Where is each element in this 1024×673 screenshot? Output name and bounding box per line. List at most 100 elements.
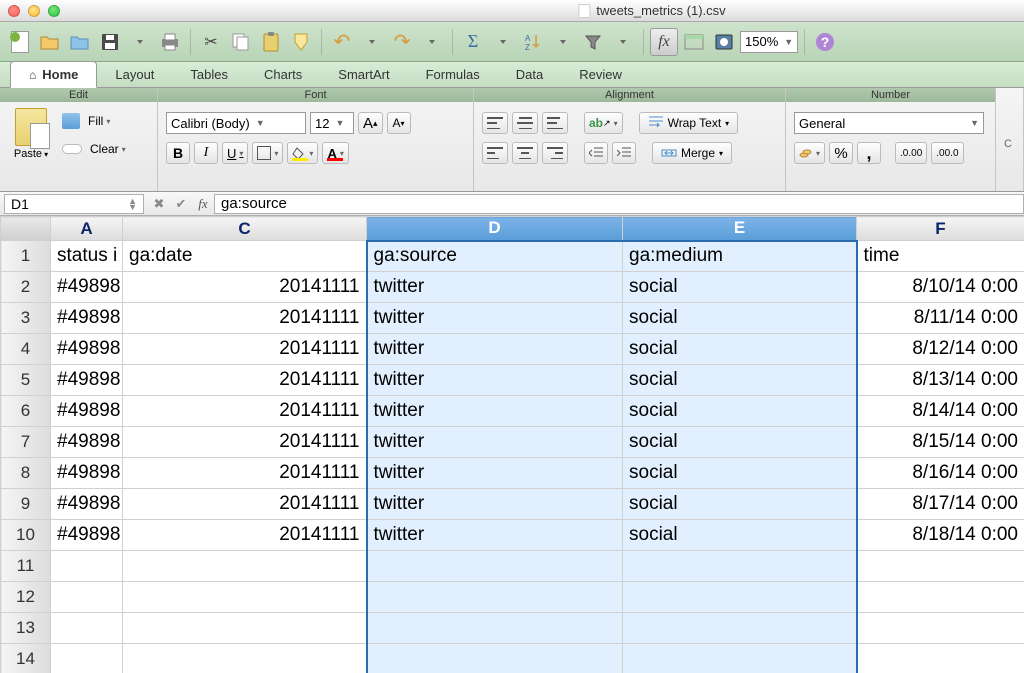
cell[interactable]: #49898: [51, 334, 123, 365]
cell[interactable]: [367, 613, 623, 644]
cell[interactable]: 8/17/14 0:00: [857, 489, 1024, 520]
row-header[interactable]: 3: [1, 303, 51, 334]
cell[interactable]: 20141111: [123, 458, 367, 489]
print-button[interactable]: [156, 28, 184, 56]
filter-split-button[interactable]: [609, 28, 637, 56]
cell[interactable]: social: [623, 334, 857, 365]
valign-middle-button[interactable]: [512, 112, 538, 134]
row-header[interactable]: 12: [1, 582, 51, 613]
cell[interactable]: [623, 582, 857, 613]
cell[interactable]: 20141111: [123, 489, 367, 520]
cell[interactable]: 20141111: [123, 365, 367, 396]
cell[interactable]: twitter: [367, 427, 623, 458]
tab-review[interactable]: Review: [561, 62, 640, 87]
zoom-window-button[interactable]: [48, 5, 60, 17]
font-size-select[interactable]: 12▼: [310, 112, 354, 134]
cell[interactable]: #49898: [51, 396, 123, 427]
row-header[interactable]: 13: [1, 613, 51, 644]
row-header[interactable]: 5: [1, 365, 51, 396]
help-button[interactable]: ?: [811, 28, 839, 56]
cell[interactable]: 8/16/14 0:00: [857, 458, 1024, 489]
decrease-decimal-button[interactable]: .00.0: [931, 142, 963, 164]
cell[interactable]: ga:medium: [623, 241, 857, 272]
row-header[interactable]: 7: [1, 427, 51, 458]
cell[interactable]: social: [623, 303, 857, 334]
paste-button[interactable]: [257, 28, 285, 56]
insert-function-button[interactable]: fx: [192, 194, 214, 214]
minimize-window-button[interactable]: [28, 5, 40, 17]
cell[interactable]: [857, 551, 1024, 582]
merge-button[interactable]: Merge▾: [652, 142, 732, 164]
cell[interactable]: twitter: [367, 458, 623, 489]
autosum-button[interactable]: Σ: [459, 28, 487, 56]
grow-font-button[interactable]: A▴: [358, 112, 383, 134]
cell[interactable]: 8/13/14 0:00: [857, 365, 1024, 396]
save-split-button[interactable]: [126, 28, 154, 56]
cell[interactable]: ga:source: [367, 241, 623, 272]
fx-toggle-button[interactable]: fx: [650, 28, 678, 56]
filter-button[interactable]: [579, 28, 607, 56]
cell[interactable]: [623, 551, 857, 582]
cell[interactable]: [123, 551, 367, 582]
cell[interactable]: #49898: [51, 427, 123, 458]
comma-button[interactable]: ,: [857, 142, 881, 164]
row-header[interactable]: 8: [1, 458, 51, 489]
cell[interactable]: 8/14/14 0:00: [857, 396, 1024, 427]
cell[interactable]: [623, 613, 857, 644]
show-toolbox-button[interactable]: [680, 28, 708, 56]
cell[interactable]: status i: [51, 241, 123, 272]
cell[interactable]: #49898: [51, 489, 123, 520]
paste-split-button[interactable]: Paste▾: [8, 108, 54, 160]
autosum-split-button[interactable]: [489, 28, 517, 56]
cell[interactable]: [123, 644, 367, 673]
tab-smartart[interactable]: SmartArt: [320, 62, 407, 87]
close-window-button[interactable]: [8, 5, 20, 17]
cell[interactable]: [123, 613, 367, 644]
cell[interactable]: [51, 551, 123, 582]
shrink-font-button[interactable]: A▾: [387, 112, 411, 134]
wrap-text-button[interactable]: Wrap Text▾: [639, 112, 739, 134]
percent-button[interactable]: %: [829, 142, 853, 164]
row-header[interactable]: 9: [1, 489, 51, 520]
cell[interactable]: twitter: [367, 396, 623, 427]
cell[interactable]: #49898: [51, 365, 123, 396]
currency-button[interactable]: [794, 142, 825, 164]
cell[interactable]: 8/11/14 0:00: [857, 303, 1024, 334]
column-header-C[interactable]: C: [123, 217, 367, 241]
tab-tables[interactable]: Tables: [172, 62, 246, 87]
underline-button[interactable]: U: [222, 142, 248, 164]
cancel-edit-button[interactable]: ✖: [148, 194, 170, 214]
open-button[interactable]: [36, 28, 64, 56]
row-header[interactable]: 11: [1, 551, 51, 582]
column-header-E[interactable]: E: [623, 217, 857, 241]
cell[interactable]: 8/15/14 0:00: [857, 427, 1024, 458]
undo-button[interactable]: ↶: [328, 28, 356, 56]
cell[interactable]: [51, 582, 123, 613]
tab-layout[interactable]: Layout: [97, 62, 172, 87]
cell[interactable]: social: [623, 396, 857, 427]
format-painter-button[interactable]: [287, 28, 315, 56]
row-header[interactable]: 4: [1, 334, 51, 365]
cell[interactable]: 20141111: [123, 272, 367, 303]
cut-button[interactable]: ✂: [197, 28, 225, 56]
cell[interactable]: twitter: [367, 365, 623, 396]
cell[interactable]: #49898: [51, 520, 123, 551]
cell[interactable]: 8/10/14 0:00: [857, 272, 1024, 303]
halign-right-button[interactable]: [542, 142, 568, 164]
number-format-select[interactable]: General▼: [794, 112, 984, 134]
confirm-edit-button[interactable]: ✔: [170, 194, 192, 214]
media-browser-button[interactable]: [710, 28, 738, 56]
cell[interactable]: [857, 644, 1024, 673]
cell[interactable]: twitter: [367, 303, 623, 334]
cell[interactable]: #49898: [51, 272, 123, 303]
cell[interactable]: #49898: [51, 458, 123, 489]
worksheet-grid[interactable]: ACDEF 1status iga:datega:sourcega:medium…: [0, 216, 1024, 673]
cell[interactable]: [51, 644, 123, 673]
cell[interactable]: 20141111: [123, 396, 367, 427]
cell[interactable]: twitter: [367, 334, 623, 365]
italic-button[interactable]: I: [194, 142, 218, 164]
font-color-button[interactable]: A: [322, 142, 348, 164]
cell[interactable]: [857, 613, 1024, 644]
formula-input[interactable]: ga:source: [214, 194, 1024, 214]
sort-button[interactable]: AZ: [519, 28, 547, 56]
